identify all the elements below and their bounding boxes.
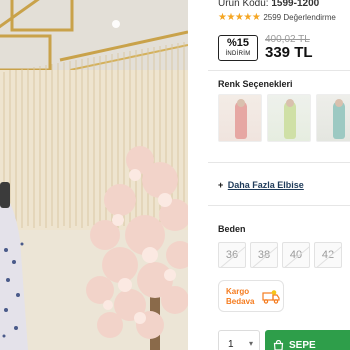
- product-code-value: 1599-1200: [271, 0, 320, 9]
- product-info-panel: Ürün Kodu: 1599-1200 ★★★★★ 2599 Değerlen…: [208, 0, 350, 350]
- product-code: Ürün Kodu: 1599-1200: [218, 0, 319, 9]
- size-title: Beden: [218, 224, 246, 234]
- discount-label: İNDİRİM: [225, 51, 251, 57]
- model-head: [286, 99, 294, 107]
- color-swatch-green[interactable]: [267, 94, 311, 142]
- model-head: [237, 99, 245, 107]
- plus-icon: +: [218, 180, 224, 190]
- size-options: 36 38 40 42: [218, 242, 342, 268]
- color-swatches: [218, 94, 350, 142]
- more-dresses-link[interactable]: + Daha Fazla Elbise: [218, 180, 304, 190]
- shopping-bag-icon: [273, 340, 284, 350]
- quantity-value: 1: [228, 339, 234, 350]
- product-photo-art: [0, 0, 188, 350]
- discount-percent: %15: [226, 37, 250, 49]
- size-option-42[interactable]: 42: [314, 242, 342, 268]
- divider: [208, 162, 350, 163]
- size-option-36[interactable]: 36: [218, 242, 246, 268]
- color-swatch-mint[interactable]: [316, 94, 350, 142]
- color-swatch-pink[interactable]: [218, 94, 262, 142]
- rating-stars-icon: ★★★★★: [218, 12, 261, 23]
- free-shipping-line1: Kargo: [226, 287, 250, 296]
- rating-count[interactable]: 2599 Değerlendirme: [263, 13, 336, 22]
- model-head: [335, 99, 343, 107]
- add-to-cart-button[interactable]: SEPE: [265, 330, 350, 350]
- size-option-38[interactable]: 38: [250, 242, 278, 268]
- size-option-40[interactable]: 40: [282, 242, 310, 268]
- quantity-select[interactable]: 1 ▾: [218, 330, 260, 350]
- divider: [208, 205, 350, 206]
- free-shipping-badge: Kargo Bedava: [218, 280, 284, 312]
- color-options-title: Renk Seçenekleri: [218, 79, 293, 89]
- product-photo[interactable]: [0, 0, 188, 350]
- add-to-cart-label: SEPE: [289, 340, 316, 350]
- truck-icon: [262, 290, 280, 304]
- free-shipping-text: Kargo Bedava: [226, 287, 254, 307]
- free-shipping-line2: Bedava: [226, 297, 255, 306]
- discount-badge: %15 İNDİRİM: [218, 35, 258, 61]
- product-code-label: Ürün Kodu:: [218, 0, 269, 9]
- rating-row[interactable]: ★★★★★ 2599 Değerlendirme: [218, 12, 336, 23]
- chevron-down-icon: ▾: [248, 339, 253, 348]
- more-dresses-label: Daha Fazla Elbise: [227, 180, 304, 190]
- current-price: 339 TL: [265, 44, 313, 61]
- divider: [208, 70, 350, 71]
